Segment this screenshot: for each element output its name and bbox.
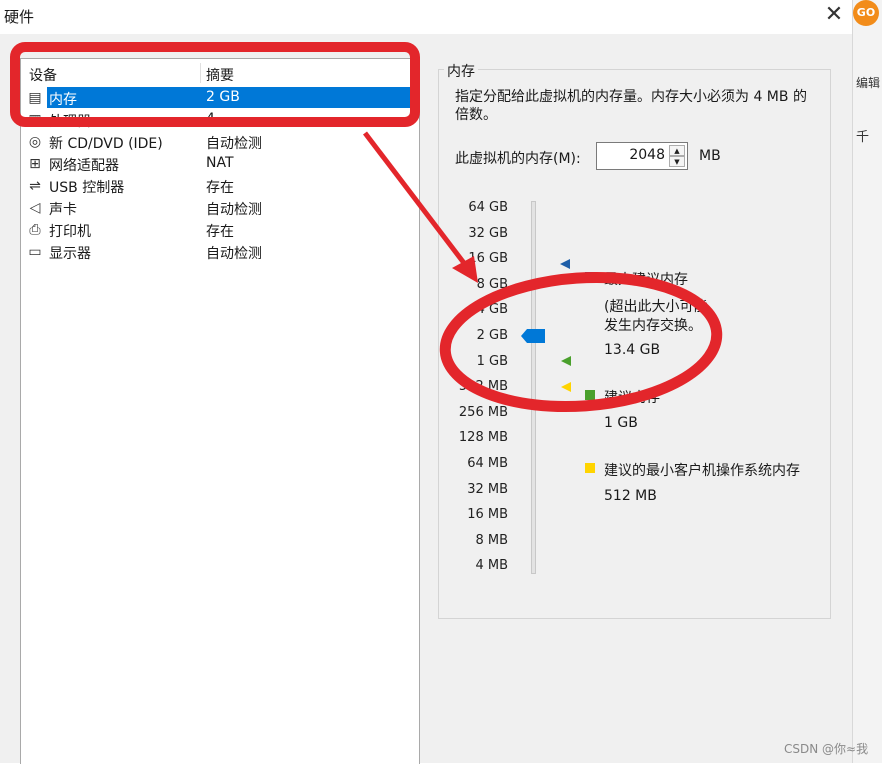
scale-tick: 4 GB [476, 302, 508, 317]
watermark: CSDN @你≈我 [784, 742, 869, 756]
spin-up-button[interactable]: ▲ [669, 145, 685, 156]
usb-icon: ⇌ [29, 178, 41, 194]
memory-size-stepper[interactable]: 2048 ▲ ▼ [596, 142, 688, 170]
network-adapter-icon: ⊞ [29, 156, 41, 172]
device-name: 网络适配器 [49, 158, 119, 174]
scale-tick: 4 MB [475, 558, 508, 573]
scale-tick: 16 GB [468, 251, 508, 266]
device-summary: 4 [206, 111, 215, 127]
device-summary: 自动检测 [206, 136, 262, 152]
scale-tick: 8 GB [476, 277, 508, 292]
printer-icon: ⎙ [29, 222, 41, 238]
device-row-processor[interactable]: ▦ 处理器 4 [21, 109, 419, 131]
column-header-device[interactable]: 设备 [29, 65, 57, 85]
scale-tick: 32 MB [467, 482, 508, 497]
background-side-char: 千 [856, 130, 870, 145]
device-name: 打印机 [49, 224, 91, 240]
title-bar [0, 0, 852, 34]
memory-icon: ▤ [28, 90, 42, 106]
memory-description: 指定分配给此虚拟机的内存量。内存大小必须为 4 MB 的倍数。 [455, 89, 807, 123]
max-recommended-title: 最大建议内存 [604, 272, 688, 288]
scale-tick: 256 MB [458, 405, 508, 420]
scale-tick: 1 GB [476, 354, 508, 369]
monitor-icon: ▭ [28, 244, 42, 260]
memory-size-value[interactable]: 2048 [629, 147, 665, 163]
cd-dvd-icon: ◎ [28, 134, 42, 150]
device-summary: 存在 [206, 180, 234, 196]
processor-icon: ▦ [28, 112, 42, 128]
max-recommended-note-1: (超出此大小可能 [604, 299, 708, 315]
device-summary: NAT [206, 155, 234, 171]
max-recommended-color-icon [585, 272, 595, 282]
device-list: 设备 摘要 ▤ 内存 2 GB ▦ 处理器 4 ◎ 新 CD/DVD (IDE) 自动检测 ⊞ 网络… [20, 58, 420, 764]
device-summary: 存在 [206, 224, 234, 240]
recommended-marker-icon [561, 356, 571, 366]
close-button[interactable]: ✕ [822, 3, 846, 27]
scale-tick: 512 MB [458, 379, 508, 394]
scale-tick: 64 MB [467, 456, 508, 471]
min-guest-marker-icon [561, 382, 571, 392]
device-name: 新 CD/DVD (IDE) [49, 136, 163, 152]
device-summary: 自动检测 [206, 202, 262, 218]
max-recommended-value: 13.4 GB [604, 342, 661, 358]
device-name: 声卡 [49, 202, 77, 218]
device-row-usb[interactable]: ⇌ USB 控制器 存在 [21, 175, 419, 197]
memory-unit: MB [699, 148, 721, 164]
min-guest-color-icon [585, 463, 595, 473]
scale-tick: 16 MB [467, 507, 508, 522]
memory-group-title: 内存 [444, 61, 478, 81]
scale-tick: 32 GB [468, 226, 508, 241]
device-row-printer[interactable]: ⎙ 打印机 存在 [21, 219, 419, 241]
memory-slider-thumb[interactable] [521, 329, 545, 343]
min-guest-value: 512 MB [604, 488, 657, 504]
speaker-icon: ◁ [29, 200, 41, 216]
min-guest-title: 建议的最小客户机操作系统内存 [604, 463, 800, 479]
device-name: 显示器 [49, 246, 91, 262]
device-summary: 自动检测 [206, 246, 262, 262]
device-row-memory[interactable]: ▤ 内存 2 GB [21, 87, 419, 109]
recommended-title: 建议内存 [604, 390, 660, 406]
device-row-speaker[interactable]: ◁ 声卡 自动检测 [21, 197, 419, 219]
device-name: 处理器 [49, 114, 91, 130]
go-badge-icon: GO [853, 0, 879, 26]
column-header-summary[interactable]: 摘要 [206, 65, 234, 85]
device-row-cd-dvd[interactable]: ◎ 新 CD/DVD (IDE) 自动检测 [21, 131, 419, 153]
header-separator [200, 63, 201, 83]
scale-tick: 64 GB [468, 200, 508, 215]
recommended-value: 1 GB [604, 415, 638, 431]
device-summary: 2 GB [206, 89, 240, 105]
scale-tick: 128 MB [458, 430, 508, 445]
scale-tick: 2 GB [476, 328, 508, 343]
recommended-color-icon [585, 390, 595, 400]
device-name: USB 控制器 [49, 180, 125, 196]
background-app-strip [852, 0, 882, 763]
max-recommended-marker-icon [560, 259, 570, 269]
memory-input-label: 此虚拟机的内存(M): [455, 151, 581, 167]
scale-tick: 8 MB [475, 533, 508, 548]
device-row-monitor[interactable]: ▭ 显示器 自动检测 [21, 241, 419, 263]
spin-down-button[interactable]: ▼ [669, 156, 685, 167]
max-recommended-note-2: 发生内存交换。 [604, 318, 702, 334]
device-name: 内存 [49, 92, 77, 108]
window-title: 硬件 [4, 8, 35, 26]
device-row-network-adapter[interactable]: ⊞ 网络适配器 NAT [21, 153, 419, 175]
memory-slider-track[interactable] [531, 201, 536, 574]
background-edit-label: 编辑 [856, 76, 881, 90]
